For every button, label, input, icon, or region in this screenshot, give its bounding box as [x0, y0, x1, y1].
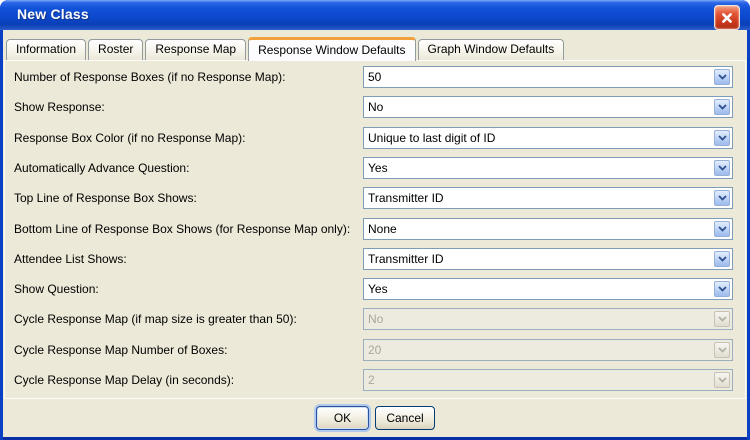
chevron-down-icon[interactable] — [714, 130, 730, 146]
combo-value: Yes — [368, 161, 388, 175]
combo-show-question[interactable]: Yes — [363, 278, 733, 300]
titlebar[interactable]: New Class — [0, 0, 750, 30]
combo-value: None — [368, 222, 397, 236]
close-icon — [721, 12, 733, 24]
combo-bottom-line-shows[interactable]: None — [363, 218, 733, 240]
tab-graph-window-defaults[interactable]: Graph Window Defaults — [417, 39, 565, 60]
field-label: Show Response: — [14, 100, 105, 114]
tab-roster[interactable]: Roster — [88, 39, 144, 60]
combo-value: Yes — [368, 282, 388, 296]
combo-cycle-map-delay: 2 — [363, 369, 733, 391]
combo-attendee-list-shows[interactable]: Transmitter ID — [363, 248, 733, 270]
form-row: Response Box Color (if no Response Map):… — [0, 127, 750, 149]
chevron-down-icon[interactable] — [714, 69, 730, 85]
field-label: Bottom Line of Response Box Shows (for R… — [14, 222, 351, 236]
tab-response-window-defaults[interactable]: Response Window Defaults — [248, 37, 416, 61]
tab-response-map[interactable]: Response Map — [145, 39, 247, 60]
combo-automatically-advance-question[interactable]: Yes — [363, 157, 733, 179]
field-label: Cycle Response Map Delay (in seconds): — [14, 373, 235, 387]
combo-value: 20 — [368, 343, 382, 357]
combo-value: Transmitter ID — [368, 191, 444, 205]
new-class-dialog: New Class Information Roster Response Ma… — [0, 0, 750, 440]
form-row: Bottom Line of Response Box Shows (for R… — [0, 218, 750, 240]
chevron-down-icon[interactable] — [714, 99, 730, 115]
chevron-down-icon — [714, 372, 730, 388]
tab-bar: Information Roster Response Map Response… — [4, 31, 746, 61]
combo-value: No — [368, 312, 384, 326]
ok-button[interactable]: OK — [316, 406, 369, 430]
combo-value: Transmitter ID — [368, 252, 444, 266]
form-row: Number of Response Boxes (if no Response… — [0, 66, 750, 88]
tab-label: Response Window Defaults — [258, 43, 406, 57]
form-row: Top Line of Response Box Shows: Transmit… — [0, 187, 750, 209]
tab-label: Graph Window Defaults — [427, 42, 555, 56]
form-row: Cycle Response Map Number of Boxes: 20 — [0, 339, 750, 361]
field-label: Attendee List Shows: — [14, 252, 127, 266]
combo-value: 2 — [368, 373, 375, 387]
form-row: Attendee List Shows: Transmitter ID — [0, 248, 750, 270]
combo-value: No — [368, 100, 384, 114]
combo-top-line-shows[interactable]: Transmitter ID — [363, 187, 733, 209]
form-row: Cycle Response Map (if map size is great… — [0, 308, 750, 330]
field-label: Number of Response Boxes (if no Response… — [14, 70, 286, 84]
combo-cycle-response-map: No — [363, 308, 733, 330]
combo-value: 50 — [368, 70, 382, 84]
combo-cycle-map-number-of-boxes: 20 — [363, 339, 733, 361]
form-row: Show Question: Yes — [0, 278, 750, 300]
chevron-down-icon[interactable] — [714, 281, 730, 297]
field-label: Response Box Color (if no Response Map): — [14, 131, 246, 145]
field-label: Show Question: — [14, 282, 99, 296]
chevron-down-icon[interactable] — [714, 160, 730, 176]
chevron-down-icon — [714, 311, 730, 327]
field-label: Cycle Response Map (if map size is great… — [14, 312, 297, 326]
combo-show-response[interactable]: No — [363, 96, 733, 118]
form-row: Automatically Advance Question: Yes — [0, 157, 750, 179]
field-label: Automatically Advance Question: — [14, 161, 190, 175]
chevron-down-icon[interactable] — [714, 251, 730, 267]
tab-label: Roster — [98, 42, 134, 56]
chevron-down-icon[interactable] — [714, 190, 730, 206]
chevron-down-icon — [714, 342, 730, 358]
combo-value: Unique to last digit of ID — [368, 131, 496, 145]
combo-response-box-color[interactable]: Unique to last digit of ID — [363, 127, 733, 149]
field-label: Cycle Response Map Number of Boxes: — [14, 343, 228, 357]
window-title: New Class — [17, 6, 89, 22]
form-row: Show Response: No — [0, 96, 750, 118]
combo-number-of-response-boxes[interactable]: 50 — [363, 66, 733, 88]
cancel-button[interactable]: Cancel — [375, 406, 435, 430]
tab-information[interactable]: Information — [6, 39, 87, 60]
form-row: Cycle Response Map Delay (in seconds): 2 — [0, 369, 750, 391]
field-label: Top Line of Response Box Shows: — [14, 191, 197, 205]
tab-label: Response Map — [155, 42, 237, 56]
tab-label: Information — [16, 42, 77, 56]
chevron-down-icon[interactable] — [714, 221, 730, 237]
close-button[interactable] — [714, 5, 740, 30]
